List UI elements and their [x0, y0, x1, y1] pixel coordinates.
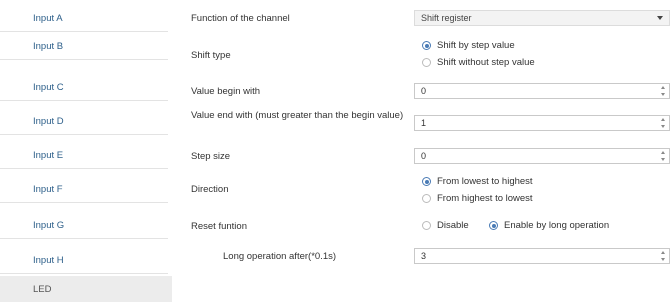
- sidebar-item-label: Input F: [33, 183, 63, 195]
- option-label: Shift without step value: [437, 57, 535, 68]
- spinner-icon[interactable]: [660, 251, 666, 261]
- sidebar-item-input-a[interactable]: Input A: [0, 5, 168, 32]
- end-value-input[interactable]: 1: [414, 115, 670, 131]
- sidebar-item-label: Input E: [33, 149, 64, 161]
- shift-type-option-no-step[interactable]: Shift without step value: [422, 57, 535, 68]
- step-size-input[interactable]: 0: [414, 148, 670, 164]
- step-size-label: Step size: [191, 151, 231, 162]
- shift-type-label: Shift type: [191, 50, 231, 61]
- sidebar-item-label: Input C: [33, 81, 64, 93]
- sidebar-item-label: Input D: [33, 115, 64, 127]
- long-operation-label: Long operation after(*0.1s): [223, 251, 337, 262]
- sidebar-item-input-b[interactable]: Input B: [0, 33, 168, 60]
- spinner-icon[interactable]: [660, 86, 666, 96]
- function-select[interactable]: Shift register: [414, 10, 670, 26]
- sidebar-item-input-g[interactable]: Input G: [0, 212, 168, 239]
- begin-value-label: Value begin with: [191, 86, 261, 97]
- direction-option-high-low[interactable]: From highest to lowest: [422, 193, 533, 204]
- sidebar-item-label: Input A: [33, 12, 63, 24]
- sidebar-item-led[interactable]: LED: [0, 276, 172, 302]
- option-label: Enable by long operation: [504, 220, 610, 231]
- sidebar-item-input-e[interactable]: Input E: [0, 142, 168, 169]
- end-value-label: Value end with (must greater than the be…: [191, 110, 404, 121]
- settings-panel: Function of the channel Shift register S…: [168, 0, 672, 302]
- sidebar: Input A Input B Input C Input D Input E …: [0, 0, 172, 302]
- option-label: From lowest to highest: [437, 176, 533, 187]
- direction-label: Direction: [191, 184, 229, 195]
- option-label: From highest to lowest: [437, 193, 533, 204]
- long-operation-input[interactable]: 3: [414, 248, 670, 264]
- sidebar-item-label: Input G: [33, 219, 65, 231]
- sidebar-item-input-d[interactable]: Input D: [0, 108, 168, 135]
- option-label: Disable: [437, 220, 469, 231]
- sidebar-item-input-h[interactable]: Input H: [0, 247, 168, 274]
- long-operation-value: 3: [421, 251, 427, 261]
- spinner-icon[interactable]: [660, 151, 666, 161]
- end-value: 1: [421, 118, 427, 128]
- sidebar-item-input-c[interactable]: Input C: [0, 74, 168, 101]
- sidebar-item-label: LED: [33, 283, 52, 295]
- sidebar-item-label: Input B: [33, 40, 64, 52]
- sidebar-item-label: Input H: [33, 254, 64, 266]
- reset-option-enable-long[interactable]: Enable by long operation: [489, 220, 609, 231]
- sidebar-item-input-f[interactable]: Input F: [0, 176, 168, 203]
- radio-unselected-icon: [422, 194, 431, 203]
- function-label: Function of the channel: [191, 13, 290, 24]
- radio-unselected-icon: [422, 58, 431, 67]
- begin-value-input[interactable]: 0: [414, 83, 670, 99]
- reset-option-disable[interactable]: Disable: [422, 220, 469, 231]
- begin-value: 0: [421, 86, 427, 96]
- radio-unselected-icon: [422, 221, 431, 230]
- shift-type-option-step[interactable]: Shift by step value: [422, 40, 515, 51]
- chevron-down-icon: [657, 16, 663, 20]
- option-label: Shift by step value: [437, 40, 515, 51]
- radio-selected-icon: [422, 177, 431, 186]
- radio-selected-icon: [489, 221, 498, 230]
- step-size-value: 0: [421, 151, 427, 161]
- direction-option-low-high[interactable]: From lowest to highest: [422, 176, 533, 187]
- function-select-value: Shift register: [421, 13, 472, 23]
- radio-selected-icon: [422, 41, 431, 50]
- spinner-icon[interactable]: [660, 118, 666, 128]
- reset-function-label: Reset funtion: [191, 221, 247, 232]
